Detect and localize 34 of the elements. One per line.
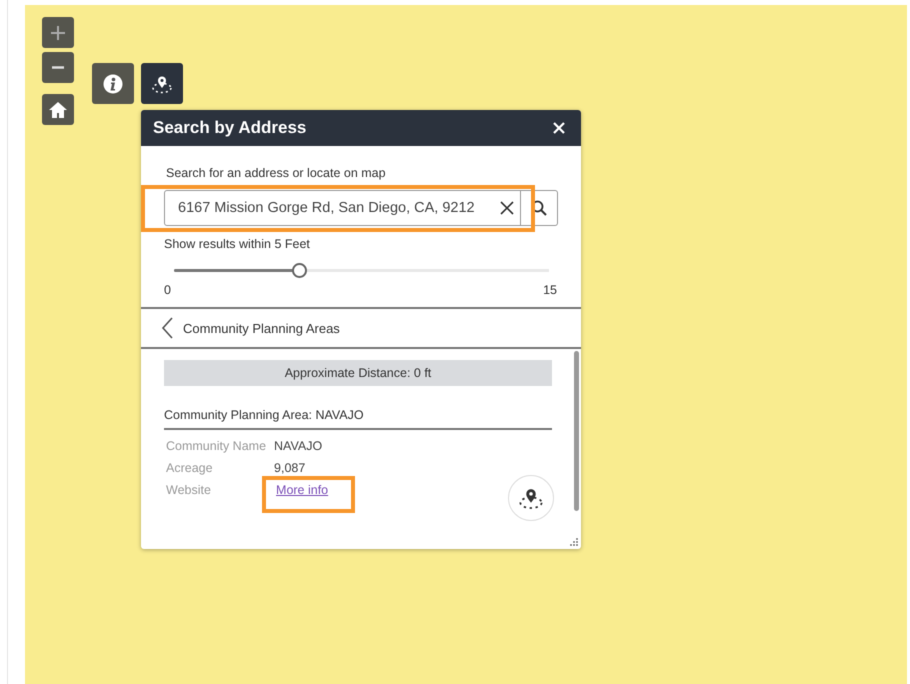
distance-banner: Approximate Distance: 0 ft: [164, 360, 552, 386]
search-label: Search for an address or locate on map: [166, 166, 387, 180]
minus-icon: [52, 66, 64, 69]
more-info-link[interactable]: More info: [276, 483, 328, 497]
info-button[interactable]: [92, 63, 134, 104]
back-link[interactable]: Community Planning Areas: [141, 309, 581, 349]
slider-thumb[interactable]: [292, 263, 307, 278]
slider-min-label: 0: [164, 283, 171, 297]
home-button[interactable]: [42, 94, 74, 125]
map-pin-icon: [518, 486, 544, 510]
panel-title: Search by Address: [153, 118, 306, 138]
clear-icon[interactable]: [500, 201, 514, 215]
field-label: Acreage: [166, 461, 214, 475]
address-input-field[interactable]: 6167 Mission Gorge Rd, San Diego, CA, 9212: [164, 190, 521, 226]
chevron-left-icon: [161, 317, 173, 339]
distance-label: Show results within 5 Feet: [164, 237, 311, 251]
map-pin-icon: [151, 74, 173, 94]
close-icon: [553, 122, 565, 134]
slider-max-label: 15: [543, 283, 557, 297]
result-heading: Community Planning Area: NAVAJO: [164, 408, 552, 430]
zoom-out-button[interactable]: [42, 52, 74, 83]
field-label: Community Name: [166, 439, 266, 453]
field-label: Website: [166, 483, 212, 497]
info-icon: [103, 74, 123, 94]
locate-button[interactable]: [141, 63, 183, 104]
home-icon: [48, 100, 68, 118]
close-button[interactable]: [551, 120, 567, 136]
scrollbar[interactable]: [574, 351, 579, 511]
zoom-in-button[interactable]: [42, 17, 74, 48]
resize-grip-icon[interactable]: [570, 538, 578, 546]
field-value: NAVAJO: [274, 439, 324, 453]
locate-button[interactable]: [508, 475, 554, 521]
field-value: 9,087: [274, 461, 306, 475]
plus-icon: [50, 24, 66, 40]
